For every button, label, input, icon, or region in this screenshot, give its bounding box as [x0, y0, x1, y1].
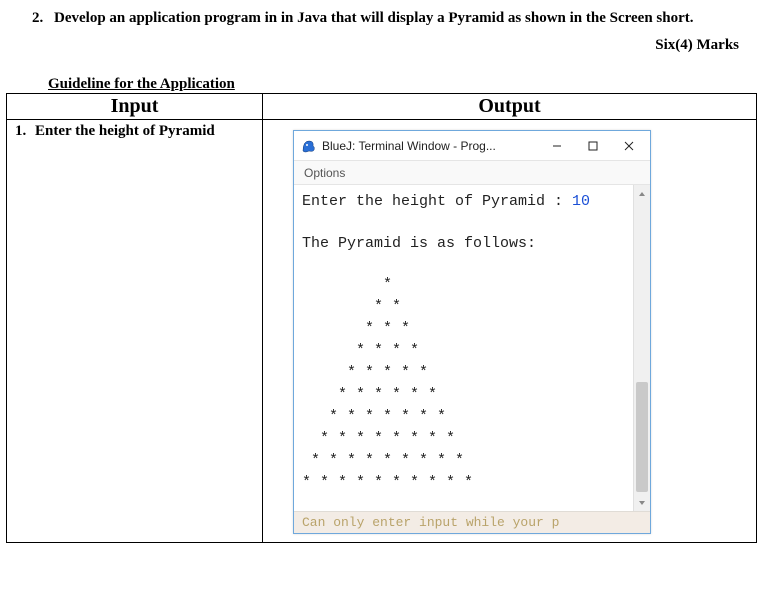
scrollbar-thumb[interactable]: [636, 382, 648, 492]
scrollbar-track[interactable]: [634, 202, 650, 494]
terminal-input-value: 10: [572, 193, 590, 210]
terminal-result-heading: The Pyramid is as follows:: [302, 233, 629, 254]
vertical-scrollbar[interactable]: [633, 185, 650, 511]
window-title: BlueJ: Terminal Window - Prog...: [322, 139, 546, 153]
document-page: 2. Develop an application program in in …: [0, 0, 763, 553]
window-titlebar: BlueJ: Terminal Window - Prog...: [294, 131, 650, 161]
terminal-pyramid-output: * * * * * * * * * * * * * * * * * * * * …: [302, 274, 629, 494]
menu-options[interactable]: Options: [304, 166, 345, 180]
table-header-output: Output: [263, 94, 757, 120]
window-menubar: Options: [294, 161, 650, 185]
list-item: 1. Enter the height of Pyramid: [15, 123, 256, 140]
terminal-status-text: Can only enter input while your p: [302, 515, 559, 530]
bluej-logo-icon: [300, 138, 316, 154]
input-item-text: Enter the height of Pyramid: [35, 123, 215, 140]
guideline-heading-wrap: Guideline for the Application: [6, 72, 757, 93]
question-number: 2.: [32, 10, 54, 27]
question-row: 2. Develop an application program in in …: [6, 8, 757, 27]
guideline-heading: Guideline for the Application: [48, 76, 235, 92]
scroll-down-button[interactable]: [634, 494, 650, 511]
input-item-number: 1.: [15, 123, 35, 140]
question-marks: Six(4) Marks: [6, 27, 757, 72]
terminal-window: BlueJ: Terminal Window - Prog...: [293, 130, 651, 534]
terminal-body: Enter the height of Pyramid : 10 The Pyr…: [294, 185, 650, 511]
terminal-prompt-line: Enter the height of Pyramid : 10: [302, 191, 629, 212]
table-cell-input: 1. Enter the height of Pyramid: [7, 120, 263, 543]
close-button[interactable]: [618, 135, 640, 157]
maximize-button[interactable]: [582, 135, 604, 157]
terminal-prompt-text: Enter the height of Pyramid :: [302, 193, 572, 210]
scroll-up-button[interactable]: [634, 185, 650, 202]
terminal-output-area: Enter the height of Pyramid : 10 The Pyr…: [294, 185, 633, 511]
window-controls: [546, 135, 644, 157]
minimize-button[interactable]: [546, 135, 568, 157]
question-text: Develop an application program in in Jav…: [54, 10, 747, 27]
terminal-status-bar: Can only enter input while your p: [294, 511, 650, 533]
table-cell-output: BlueJ: Terminal Window - Prog...: [263, 120, 757, 543]
io-table: Input Output 1. Enter the height of Pyra…: [6, 93, 757, 543]
table-header-input: Input: [7, 94, 263, 120]
